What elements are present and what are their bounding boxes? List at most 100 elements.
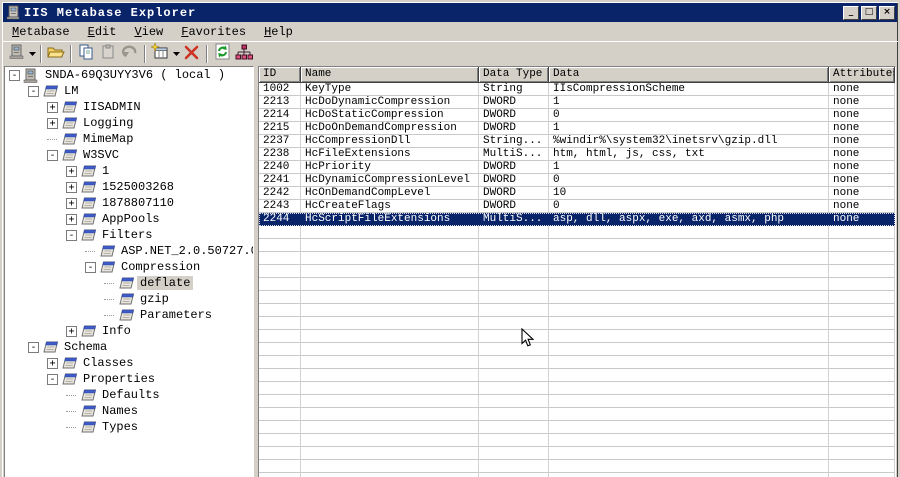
tree-item-schema[interactable]: - Schema xyxy=(5,339,253,355)
table-row-2241[interactable]: 2241 HcDynamicCompressionLevel DWORD 0 none xyxy=(259,174,895,187)
empty-cell xyxy=(549,369,829,382)
column-header-data-type[interactable]: Data Type xyxy=(479,67,549,83)
column-header-id[interactable]: ID xyxy=(259,67,301,83)
connect-computer-button-dropdown[interactable] xyxy=(27,43,37,65)
menu-item-view[interactable]: View xyxy=(125,23,172,41)
tree-item-asp-net-2-0-50727-0[interactable]: ASP.NET_2.0.50727.0 xyxy=(5,243,253,259)
tree-item-logging[interactable]: + Logging xyxy=(5,115,253,131)
connect-computer-button[interactable] xyxy=(5,43,27,65)
collapse-icon[interactable]: - xyxy=(28,85,39,97)
empty-cell xyxy=(301,434,479,447)
expand-icon[interactable]: + xyxy=(66,165,77,177)
menu-item-edit[interactable]: Edit xyxy=(79,23,126,41)
empty-cell xyxy=(259,343,301,356)
minimize-button[interactable]: _ xyxy=(843,5,859,20)
empty-cell xyxy=(829,226,895,239)
expand-icon[interactable]: + xyxy=(47,101,58,113)
tree-item-classes[interactable]: + Classes xyxy=(5,355,253,371)
maximize-button[interactable]: □ xyxy=(861,5,877,20)
cell-attributes: none xyxy=(829,109,895,122)
table-row-2238[interactable]: 2238 HcFileExtensions MultiS... htm, html, … xyxy=(259,148,895,161)
tree-item-gzip[interactable]: gzip xyxy=(5,291,253,307)
tree-item-lm[interactable]: - LM xyxy=(5,83,253,99)
tree-item-label: Types xyxy=(102,420,139,434)
table-row-2243[interactable]: 2243 HcCreateFlags DWORD 0 none xyxy=(259,200,895,213)
tree-connector xyxy=(66,426,76,428)
tree-item-properties[interactable]: - Properties xyxy=(5,371,253,387)
key-icon xyxy=(79,196,96,210)
tree-item-apppools[interactable]: + AppPools xyxy=(5,211,253,227)
tree-item-defaults[interactable]: Defaults xyxy=(5,387,253,403)
table-row-2214[interactable]: 2214 HcDoStaticCompression DWORD 0 none xyxy=(259,109,895,122)
key-icon xyxy=(79,420,96,434)
table-row-2213[interactable]: 2213 HcDoDynamicCompression DWORD 1 none xyxy=(259,96,895,109)
table-row-2240[interactable]: 2240 HcPriority DWORD 1 none xyxy=(259,161,895,174)
tree-item-info[interactable]: + Info xyxy=(5,323,253,339)
menu-item-help[interactable]: Help xyxy=(255,23,302,41)
table-row-2242[interactable]: 2242 HcOnDemandCompLevel DWORD 10 none xyxy=(259,187,895,200)
table-row-1002[interactable]: 1002 KeyType String IIsCompressionScheme non… xyxy=(259,83,895,96)
new-key-button-dropdown[interactable] xyxy=(171,43,181,65)
collapse-icon[interactable]: - xyxy=(47,373,58,385)
column-header-data[interactable]: Data xyxy=(549,67,829,83)
collapse-icon[interactable]: - xyxy=(28,341,39,353)
tree-item-mimemap[interactable]: MimeMap xyxy=(5,131,253,147)
empty-cell xyxy=(259,473,301,477)
empty-cell xyxy=(301,304,479,317)
undo-button[interactable] xyxy=(119,43,141,65)
refresh-button[interactable] xyxy=(211,43,233,65)
tree-item-names[interactable]: Names xyxy=(5,403,253,419)
empty-row xyxy=(259,356,895,369)
empty-cell xyxy=(301,473,479,477)
expand-icon[interactable]: + xyxy=(66,213,77,225)
collapse-icon[interactable]: - xyxy=(9,69,20,81)
tree-item-parameters[interactable]: Parameters xyxy=(5,307,253,323)
paste-button[interactable] xyxy=(97,43,119,65)
tree-item-w3svc[interactable]: - W3SVC xyxy=(5,147,253,163)
tree-item-1[interactable]: +1 xyxy=(5,163,253,179)
cell-type: DWORD xyxy=(479,200,549,213)
empty-row xyxy=(259,434,895,447)
expand-icon[interactable]: + xyxy=(66,181,77,193)
expand-icon[interactable]: + xyxy=(47,117,58,129)
empty-cell xyxy=(301,278,479,291)
tree-item-iisadmin[interactable]: + IISADMIN xyxy=(5,99,253,115)
column-header-name[interactable]: Name xyxy=(301,67,479,83)
tree-item-label: AppPools xyxy=(102,212,160,226)
menu-item-metabase[interactable]: Metabase xyxy=(3,23,79,41)
tree-item-1878807110[interactable]: +1878807110 xyxy=(5,195,253,211)
new-key-button[interactable] xyxy=(149,42,171,65)
tree-item-snda-69q3uyy3v6-local[interactable]: - SNDA-69Q3UYY3V6 ( local ) xyxy=(5,67,253,83)
tree-view-button[interactable] xyxy=(233,43,255,65)
tree-item-deflate[interactable]: deflate xyxy=(5,275,253,291)
open-button[interactable] xyxy=(45,43,67,65)
table-row-2215[interactable]: 2215 HcDoOnDemandCompression DWORD 1 none xyxy=(259,122,895,135)
tree-item-types[interactable]: Types xyxy=(5,419,253,435)
collapse-icon[interactable]: - xyxy=(47,149,58,161)
column-header-attributes[interactable]: Attributes xyxy=(829,67,895,83)
key-icon xyxy=(98,244,115,258)
menu-item-favorites[interactable]: Favorites xyxy=(172,23,255,41)
delete-button[interactable] xyxy=(181,43,203,65)
empty-row xyxy=(259,460,895,473)
cell-data: %windir%\system32\inetsrv\gzip.dll xyxy=(549,135,829,148)
table-row-2244[interactable]: 2244 HcScriptFileExtensions MultiS... asp, … xyxy=(259,213,895,226)
tree-panel: - SNDA-69Q3UYY3V6 ( local ) - LM + IISADMIN + L… xyxy=(4,66,254,477)
collapse-icon[interactable]: - xyxy=(66,229,77,241)
expand-icon[interactable]: + xyxy=(66,325,77,337)
copy-button[interactable] xyxy=(75,43,97,65)
expand-icon[interactable]: + xyxy=(47,357,58,369)
empty-cell xyxy=(479,304,549,317)
expand-icon[interactable]: + xyxy=(66,197,77,209)
collapse-icon[interactable]: - xyxy=(85,261,96,273)
tree-item-1525003268[interactable]: +1525003268 xyxy=(5,179,253,195)
empty-cell xyxy=(479,278,549,291)
table-row-2237[interactable]: 2237 HcCompressionDll String... %windir%\sy… xyxy=(259,135,895,148)
empty-cell xyxy=(259,239,301,252)
cell-name: HcDoStaticCompression xyxy=(301,109,479,122)
tree-item-filters[interactable]: - Filters xyxy=(5,227,253,243)
cell-name: HcDynamicCompressionLevel xyxy=(301,174,479,187)
close-button[interactable]: × xyxy=(879,5,895,20)
tree-item-compression[interactable]: - Compression xyxy=(5,259,253,275)
empty-cell xyxy=(829,291,895,304)
